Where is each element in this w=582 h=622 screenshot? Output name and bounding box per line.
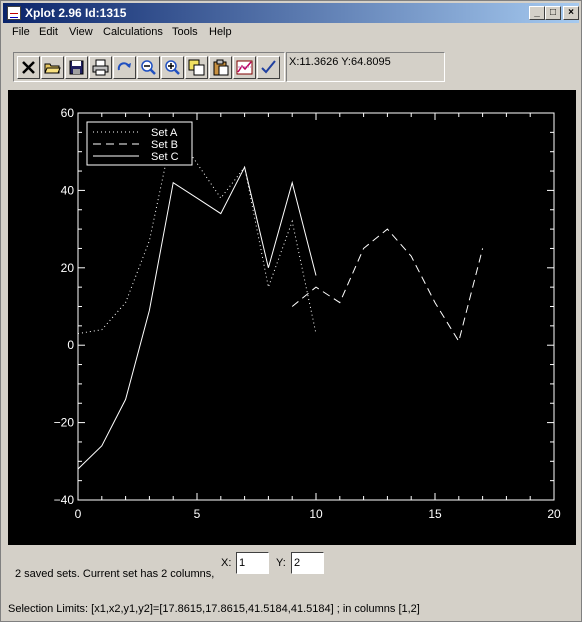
series-line-3 xyxy=(77,165,317,470)
checkmark-icon[interactable] xyxy=(257,56,280,79)
xplot-window: Xplot 2.96 Id:1315 _ □ × File Edit View … xyxy=(0,0,582,622)
close-x-icon[interactable] xyxy=(17,56,40,79)
redo-icon[interactable] xyxy=(113,56,136,79)
coordinate-text: X:11.3626 Y:64.8095 xyxy=(289,56,391,68)
close-button[interactable]: × xyxy=(563,6,579,20)
y-column-label: Y: xyxy=(276,557,286,569)
legend-label: Set C xyxy=(151,151,179,163)
zoom-in-icon[interactable] xyxy=(161,56,184,79)
legend-label: Set B xyxy=(151,139,178,151)
print-icon[interactable] xyxy=(89,56,112,79)
selection-limits: Selection Limits: [x1,x2,y1,y2]=[17.8615… xyxy=(8,603,420,615)
zoom-out-icon[interactable] xyxy=(137,56,160,79)
y-column-input[interactable] xyxy=(291,552,324,574)
x-tick-label: 5 xyxy=(194,507,201,521)
maximize-button[interactable]: □ xyxy=(545,6,561,20)
x-tick-label: 20 xyxy=(547,507,561,521)
series-line-2 xyxy=(291,228,484,343)
y-tick-label: −40 xyxy=(54,493,75,507)
y-tick-label: 60 xyxy=(61,106,75,120)
window-title: Xplot 2.96 Id:1315 xyxy=(25,6,127,20)
saved-sets-status: 2 saved sets. Current set has 2 columns, xyxy=(15,568,215,580)
y-tick-label: 40 xyxy=(61,183,75,197)
plot-frame xyxy=(77,112,555,501)
x-column-input[interactable] xyxy=(236,552,269,574)
x-tick-label: 0 xyxy=(75,507,82,521)
menu-view[interactable]: View xyxy=(66,26,96,38)
menu-calculations[interactable]: Calculations xyxy=(100,26,166,38)
clipboard-icon[interactable] xyxy=(209,56,232,79)
title-bar[interactable]: Xplot 2.96 Id:1315 _ □ × xyxy=(3,3,579,23)
save-disk-icon[interactable] xyxy=(65,56,88,79)
menu-help[interactable]: Help xyxy=(206,26,235,38)
y-tick-label: 0 xyxy=(67,338,74,352)
open-folder-icon[interactable] xyxy=(41,56,64,79)
coordinate-readout: X:11.3626 Y:64.8095 xyxy=(286,52,445,82)
chart-icon[interactable] xyxy=(233,56,256,79)
menu-tools[interactable]: Tools xyxy=(169,26,201,38)
menu-edit[interactable]: Edit xyxy=(36,26,61,38)
x-tick-label: 10 xyxy=(309,507,323,521)
minimize-button[interactable]: _ xyxy=(529,6,545,20)
y-tick-label: 20 xyxy=(61,261,75,275)
menu-bar: File Edit View Calculations Tools Help xyxy=(3,24,579,42)
toolbar xyxy=(13,52,285,82)
copy-icon[interactable] xyxy=(185,56,208,79)
x-column-label: X: xyxy=(221,557,232,569)
app-icon[interactable] xyxy=(7,6,21,20)
x-tick-label: 15 xyxy=(428,507,442,521)
legend-label: Set A xyxy=(151,127,178,139)
menu-file[interactable]: File xyxy=(9,26,33,38)
plot-canvas[interactable]: 0 5 10 15 20 −40 −20 0 20 40 60 Set A Set B Set C xyxy=(8,90,576,545)
line-chart: 0 5 10 15 20 −40 −20 0 20 40 60 Set ASet BSet C xyxy=(54,106,561,521)
y-tick-label: −20 xyxy=(54,416,75,430)
